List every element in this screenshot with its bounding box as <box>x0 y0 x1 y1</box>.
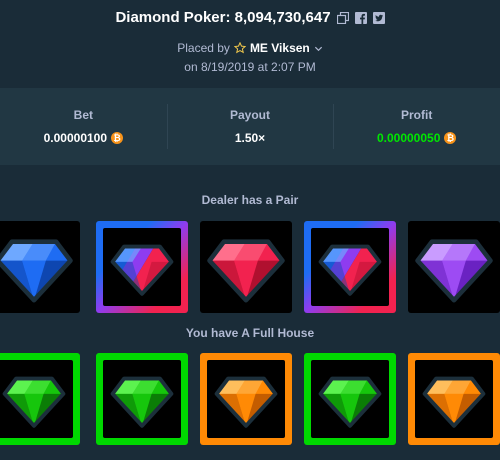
placed-by-row: Placed by ME Viksen <box>0 40 500 56</box>
orange-gem-icon <box>207 360 285 438</box>
dealer-hand-title: Dealer has a Pair <box>201 193 299 207</box>
player-card-4 <box>304 353 396 445</box>
username-link[interactable]: ME Viksen <box>250 41 310 55</box>
player-card-3 <box>200 353 292 445</box>
card-face <box>415 360 493 438</box>
blue-gem-icon <box>0 221 80 313</box>
bitcoin-icon: ₿ <box>444 132 457 144</box>
split-blue-red-gem-icon <box>103 228 181 306</box>
bet-title: Diamond Poker: 8,094,730,647 <box>115 8 331 26</box>
facebook-icon[interactable] <box>354 11 367 24</box>
card-face <box>207 360 285 438</box>
bitcoin-icon: ₿ <box>111 132 124 144</box>
bet-date: on 8/19/2019 at 2:07 PM <box>184 60 316 74</box>
payout-value: 1.50× <box>234 131 266 145</box>
dealer-card-4 <box>304 221 396 313</box>
green-gem-icon <box>0 360 73 438</box>
dealer-card-2 <box>96 221 188 313</box>
bet-stats-panel: Bet 0.00000100 ₿ Payout 1.50× Profit 0.0… <box>0 88 500 165</box>
purple-gem-icon <box>408 221 500 313</box>
dealer-card-3 <box>200 221 292 313</box>
dealer-card-1 <box>0 221 80 313</box>
placed-by-label: Placed by <box>177 41 230 55</box>
card-face <box>0 360 73 438</box>
card-face <box>311 360 389 438</box>
dealer-card-5 <box>408 221 500 313</box>
player-card-2 <box>96 353 188 445</box>
profit-amount: 0.00000050 ₿ <box>376 131 457 145</box>
card-face <box>0 221 80 313</box>
bet-value: 0.00000100 <box>43 131 108 145</box>
card-face <box>200 221 292 313</box>
player-card-5 <box>408 353 500 445</box>
card-face <box>408 221 500 313</box>
payout-stat: Payout 1.50× <box>166 88 334 165</box>
bet-label: Bet <box>73 108 93 122</box>
chevron-down-icon[interactable] <box>314 44 323 53</box>
title-row: Diamond Poker: 8,094,730,647 <box>0 6 500 28</box>
bet-amount: 0.00000100 ₿ <box>43 131 124 145</box>
copy-icon[interactable] <box>336 11 349 25</box>
red-gem-icon <box>200 221 292 313</box>
profit-label: Profit <box>401 108 433 122</box>
green-gem-icon <box>311 360 389 438</box>
card-face <box>103 228 181 306</box>
payout-label: Payout <box>230 108 271 122</box>
split-blue-red-gem-icon <box>311 228 389 306</box>
green-gem-icon <box>103 360 181 438</box>
bet-stat: Bet 0.00000100 ₿ <box>0 88 167 165</box>
player-card-1 <box>0 353 80 445</box>
twitter-icon[interactable] <box>372 11 385 24</box>
star-icon <box>233 42 246 54</box>
card-face <box>311 228 389 306</box>
card-face <box>103 360 181 438</box>
orange-gem-icon <box>415 360 493 438</box>
profit-stat: Profit 0.00000050 ₿ <box>333 88 500 165</box>
player-hand-title: You have A Full House <box>185 326 315 340</box>
profit-value: 0.00000050 <box>376 131 441 145</box>
